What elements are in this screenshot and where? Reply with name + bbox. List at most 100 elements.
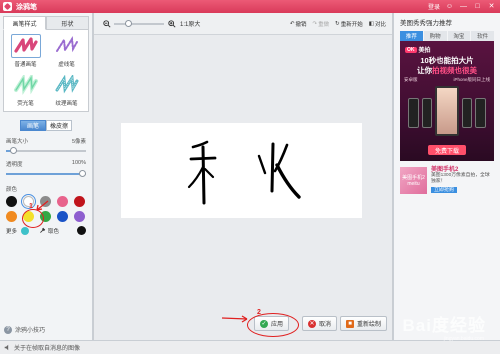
toolbar-action-label: 撤销 [295, 21, 307, 28]
brush-size-label: 画笔大小 [6, 139, 29, 145]
brush-size-value: 5像素 [71, 139, 86, 145]
redo-button[interactable]: ↷ 重做 [313, 20, 330, 28]
tip-link[interactable]: ? 涂鸦小技巧 [4, 325, 45, 334]
color-swatch[interactable] [57, 211, 68, 222]
mode-eraser-button[interactable]: 橡皮擦 [46, 120, 72, 131]
redraw-button[interactable]: ■ 重新绘制 [340, 316, 388, 331]
tab-software[interactable]: 软件 [471, 31, 494, 41]
toolbar-action-label: 重新开始 [340, 21, 363, 28]
brush-plain[interactable]: 普通画笔 [8, 34, 43, 71]
ad-banner[interactable]: OK 美拍 10秒也能拍大片 让你拍视频也很美 安卓版 iPhone版同日上线 … [400, 41, 494, 161]
brush-plain-icon [10, 34, 41, 58]
tab-taobao[interactable]: 淘宝 [447, 31, 471, 41]
ad-line2-pre: 让你 [417, 66, 432, 75]
zoom-actual-size-button[interactable]: 1:1原大 [180, 19, 200, 28]
ad-platforms: 安卓版 iPhone版同日上线 [404, 77, 490, 83]
opacity-slider[interactable] [6, 170, 86, 177]
brush-label: 普通画笔 [14, 62, 37, 68]
ad-download-button[interactable]: 免费下载 [428, 145, 466, 155]
brush-grid: 普通画笔 虚线笔 荧光笔 纹理画笔 [3, 30, 89, 112]
brush-label: 虚线笔 [58, 62, 75, 68]
opacity-label: 透明度 [6, 162, 23, 168]
minimize-button[interactable]: — [459, 2, 468, 11]
tab-shopping[interactable]: 购物 [423, 31, 447, 41]
canvas-toolbar: 1:1原大 ↶ 撤销 ↷ 重做 ↻ 重新开始 ◧ 对比 [94, 13, 392, 35]
eyedropper-button[interactable]: 取色 [39, 227, 59, 235]
compare-icon: ◧ [368, 20, 374, 27]
canvas-area [94, 35, 392, 340]
more-colors-icon[interactable] [21, 226, 30, 235]
color-swatch[interactable] [6, 211, 17, 222]
brush-size-slider-knob[interactable] [9, 147, 17, 154]
watermark-logo: Bai度经验 [402, 316, 486, 335]
login-link[interactable]: 登录 [428, 2, 440, 11]
ad-phones-image [408, 86, 486, 138]
undo-icon: ↶ [289, 20, 295, 27]
status-text: 关于在帧取自消息的图像 [14, 346, 81, 352]
redraw-icon: ■ [346, 319, 354, 328]
phone-image [408, 98, 419, 128]
color-swatch[interactable] [74, 196, 85, 207]
promo-thumbnail: 美图手机2 meitu [400, 167, 427, 194]
speaker-icon [4, 344, 9, 351]
more-colors-link[interactable]: 更多 [6, 227, 17, 235]
ad-android-label: 安卓版 [404, 77, 418, 82]
meipai-logo-icon: OK [405, 46, 417, 53]
brush-size-row: 画笔大小 5像素 [6, 137, 86, 145]
color-swatch[interactable] [6, 196, 17, 207]
toolbar-action-label: 对比 [374, 21, 386, 28]
tab-recommend[interactable]: 推荐 [400, 31, 423, 41]
opacity-slider-knob[interactable] [79, 170, 86, 177]
close-button[interactable]: ✕ [487, 2, 496, 11]
cancel-button[interactable]: ✕ 取消 [302, 316, 338, 331]
compare-button[interactable]: ◧ 对比 [369, 20, 386, 28]
restart-button[interactable]: ↻ 重新开始 [335, 20, 363, 28]
tab-brush-style[interactable]: 画笔样式 [3, 16, 46, 30]
tab-shapes[interactable]: 形状 [46, 16, 89, 30]
left-panel: 画笔样式 形状 普通画笔 虚线笔 荧光笔 纹理画笔 画笔 橡皮擦 画笔大小 5像… [0, 13, 93, 340]
status-bar: 关于在帧取自消息的图像 [0, 340, 500, 354]
brush-texture-icon [52, 73, 82, 97]
toolbar-actions: ↶ 撤销 ↷ 重做 ↻ 重新开始 ◧ 对比 [290, 20, 386, 28]
phone-image [421, 98, 433, 128]
zoom-out-icon[interactable] [102, 19, 111, 28]
drawing-canvas[interactable] [121, 123, 362, 218]
close-icon: ✕ [308, 319, 316, 328]
colors-label: 颜色 [6, 187, 18, 193]
brush-dashed-icon [52, 34, 82, 58]
brush-dashed[interactable]: 虚线笔 [49, 34, 84, 71]
promo-item[interactable]: 美图手机2 meitu 美图手机2 美图1300万像素自拍，全球独家！ 立即抢购 [400, 167, 494, 194]
zoom-slider-knob[interactable] [124, 19, 132, 27]
recommend-title: 美图秀秀强力推荐 [400, 20, 452, 27]
more-colors-row: 更多 取色 [6, 226, 86, 235]
picked-color-swatch[interactable] [77, 226, 86, 235]
zoom-slider[interactable] [114, 19, 164, 27]
annotation-arrow-icon [221, 315, 248, 323]
undo-button[interactable]: ↶ 撤销 [290, 20, 307, 28]
zoom-in-icon[interactable] [167, 19, 176, 28]
brush-texture[interactable]: 纹理画笔 [49, 73, 84, 110]
toolbar-action-label: 重做 [318, 21, 330, 28]
feedback-icon[interactable]: ☺ [445, 2, 454, 11]
colors-header: 颜色 [6, 185, 86, 193]
right-panel: 美图秀秀强力推荐 推荐 购物 淘宝 软件 OK 美拍 10秒也能拍大片 让你拍视… [393, 13, 500, 340]
brush-size-slider[interactable] [6, 147, 86, 154]
cancel-label: 取消 [319, 322, 332, 328]
restart-icon: ↻ [335, 20, 340, 27]
brush-fluorescent[interactable]: 荧光笔 [8, 73, 43, 110]
ad-line1: 10秒也能拍大片 [420, 56, 474, 65]
brush-tabs: 画笔样式 形状 [3, 16, 89, 30]
color-swatch[interactable] [57, 196, 68, 207]
ad-headline: 10秒也能拍大片 让你拍视频也很美 [400, 56, 494, 76]
help-icon: ? [4, 325, 12, 334]
phone-image [475, 98, 486, 128]
watermark-url: jingyan.baidu.com [443, 336, 484, 342]
maximize-button[interactable]: □ [473, 2, 482, 11]
promo-buy-button[interactable]: 立即抢购 [431, 187, 458, 193]
ad-iphone-label: iPhone版同日上线 [453, 77, 490, 82]
eyedropper-label: 取色 [48, 228, 60, 235]
ad-line2-highlight: 拍视频也很美 [432, 66, 477, 75]
mode-brush-button[interactable]: 画笔 [20, 120, 46, 131]
color-swatch[interactable] [74, 211, 85, 222]
tip-label: 涂鸦小技巧 [15, 328, 46, 334]
